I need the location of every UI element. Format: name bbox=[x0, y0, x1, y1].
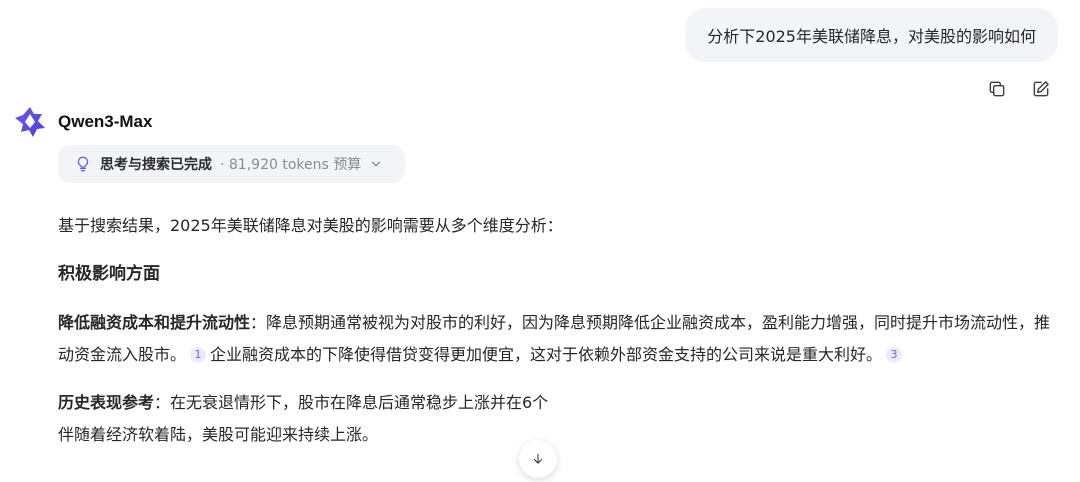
thinking-status: 思考与搜索已完成 bbox=[100, 157, 212, 173]
point-colon: ： bbox=[154, 393, 171, 412]
answer-content: 基于搜索结果，2025年美联储降息对美股的影响需要从多个维度分析： 积极影响方面… bbox=[58, 210, 1058, 451]
section-heading: 积极影响方面 bbox=[58, 264, 160, 284]
model-name: Qwen3-Max bbox=[58, 112, 153, 131]
message-actions bbox=[986, 78, 1052, 100]
text-fade-overlay bbox=[560, 395, 680, 455]
edit-icon[interactable] bbox=[1030, 78, 1052, 100]
answer-intro: 基于搜索结果，2025年美联储降息对美股的影响需要从多个维度分析： bbox=[58, 216, 563, 235]
user-message-bubble: 分析下2025年美联储降息，对美股的影响如何 bbox=[685, 8, 1058, 62]
qwen-logo-icon bbox=[15, 107, 45, 137]
scroll-to-bottom-button[interactable] bbox=[519, 440, 557, 478]
arrow-down-icon bbox=[533, 453, 543, 464]
assistant-header: Qwen3-Max bbox=[12, 104, 152, 140]
thinking-summary-toggle[interactable]: 思考与搜索已完成 · 81,920 tokens 预算 bbox=[58, 145, 406, 183]
point-history: 历史表现参考：在无衰退情形下，股市在降息后通常稳步上涨并在6个伴随着经济软着陆，… bbox=[58, 387, 1058, 451]
user-message-text: 分析下2025年美联储降息，对美股的影响如何 bbox=[707, 27, 1036, 46]
point-title: 历史表现参考 bbox=[58, 393, 155, 412]
citation-badge[interactable]: 3 bbox=[886, 347, 903, 363]
point-text: 伴随着经济软着陆，美股可能迎来持续上涨。 bbox=[58, 425, 379, 444]
point-text: 企业融资成本的下降使得借贷变得更加便宜，这对于依赖外部资金支持的公司来说是重大利… bbox=[210, 345, 883, 364]
thinking-token-budget: · 81,920 tokens 预算 bbox=[220, 157, 362, 173]
point-text: 在无衰退情形下，股市在降息后通常稳步上涨并在6个 bbox=[170, 393, 549, 412]
citation-badge[interactable]: 1 bbox=[190, 347, 207, 363]
copy-icon[interactable] bbox=[986, 78, 1008, 100]
point-title: 降低融资成本和提升流动性 bbox=[58, 313, 251, 332]
chevron-down-icon bbox=[372, 161, 381, 167]
point-colon: ： bbox=[250, 313, 267, 332]
lightbulb-icon bbox=[77, 156, 89, 172]
point-funding-cost: 降低融资成本和提升流动性：降息预期通常被视为对股市的利好，因为降息预期降低企业融… bbox=[58, 307, 1058, 371]
